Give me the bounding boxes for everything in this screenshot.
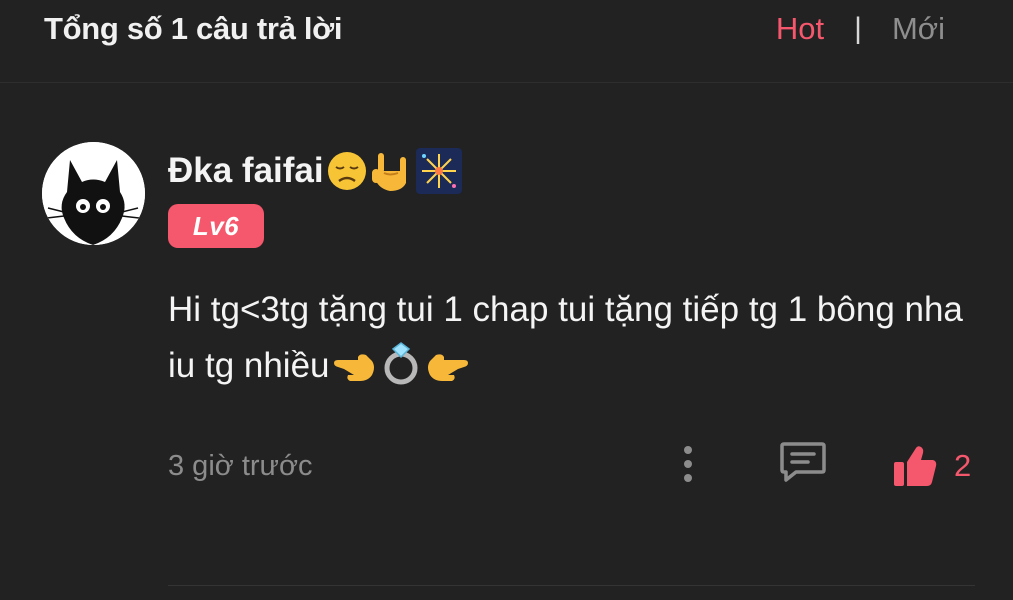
username-emojis xyxy=(326,148,464,194)
sort-toggle: Hot | Mới xyxy=(776,10,945,48)
timestamp: 3 giờ trước xyxy=(168,450,313,482)
more-options-button[interactable] xyxy=(678,444,698,488)
answer-count-title: Tổng số 1 câu trả lời xyxy=(44,11,343,46)
level-badge-label: Lv6 xyxy=(192,210,240,241)
thumbs-up-icon xyxy=(894,446,937,486)
like-button[interactable]: 2 xyxy=(892,442,971,490)
comment-text: Hi tg<3tg tặng tui 1 chap tui tặng tiếp … xyxy=(168,282,968,402)
sort-hot-tab[interactable]: Hot xyxy=(776,10,824,48)
avatar[interactable] xyxy=(42,142,145,245)
love-you-gesture-emoji-icon xyxy=(371,153,406,191)
fireworks-emoji-icon xyxy=(415,148,462,194)
comment-body: Hi tg<3tg tặng tui 1 chap tui tặng tiếp … xyxy=(168,290,963,385)
pointing-right-emoji-icon xyxy=(426,345,470,402)
more-vertical-icon xyxy=(684,446,692,482)
comment-footer: 3 giờ trước 2 xyxy=(168,442,1013,490)
disappointed-face-emoji-icon xyxy=(327,152,366,190)
black-cat-avatar-icon xyxy=(42,142,145,245)
username-row[interactable]: Đka faifai xyxy=(168,148,464,194)
answers-header: Tổng số 1 câu trả lời Hot | Mới xyxy=(0,0,1013,83)
ring-emoji-icon xyxy=(380,341,422,402)
like-count: 2 xyxy=(954,448,972,483)
level-badge: Lv6 xyxy=(168,204,264,248)
sort-separator: | xyxy=(854,12,862,45)
reply-button[interactable] xyxy=(778,438,828,486)
username[interactable]: Đka faifai xyxy=(168,149,324,193)
divider xyxy=(168,585,975,586)
pointing-left-emoji-icon xyxy=(332,345,376,402)
comment-icon xyxy=(780,442,826,482)
sort-new-tab[interactable]: Mới xyxy=(892,10,945,48)
